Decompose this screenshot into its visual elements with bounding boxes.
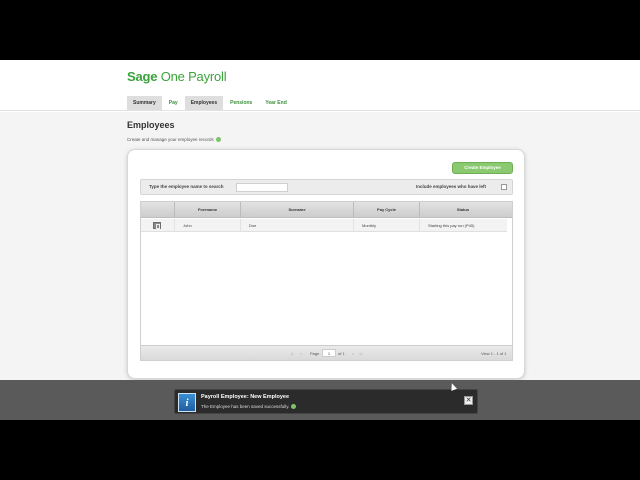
last-page-icon[interactable]: >| (359, 351, 362, 356)
tab-pay[interactable]: Pay (163, 96, 184, 110)
cell-status: Starting this pay run (P45) (419, 219, 507, 232)
help-icon[interactable] (215, 137, 221, 142)
first-page-icon[interactable]: |< (291, 351, 294, 356)
main-nav: Summary Pay Employees Pensions Year End (127, 96, 294, 110)
notification-toast: i Payroll Employee: New Employee The Emp… (174, 389, 478, 414)
column-forename[interactable]: Forename (174, 202, 240, 218)
view-info: View 1 - 1 of 1 (481, 351, 507, 356)
create-employee-button[interactable]: Create Employee (452, 162, 513, 174)
logo[interactable]: Sage One Payroll (127, 69, 227, 84)
page-description: Create and manage your employee records (127, 137, 221, 142)
search-label: Type the employee name to search (149, 184, 224, 189)
column-surname[interactable]: Surname (240, 202, 353, 218)
notification-title: Payroll Employee: New Employee (201, 394, 290, 400)
table-row[interactable]: John Doe Monthly Starting this pay run (… (141, 219, 507, 232)
app-window: Sage One Payroll Summary Pay Employees P… (0, 60, 640, 420)
table-pager: |< < Page 1 of 1 > >| View 1 - 1 of 1 (141, 345, 512, 360)
cell-pay-cycle: Monthly (353, 219, 419, 232)
column-status[interactable]: Status (419, 202, 506, 218)
tab-summary[interactable]: Summary (127, 96, 162, 110)
search-bar: Type the employee name to search Include… (140, 179, 513, 195)
page-title: Employees (127, 120, 175, 130)
logo-brand: Sage (127, 69, 158, 84)
table-header: Forename Surname Pay Cycle Status (141, 202, 512, 218)
tab-pensions[interactable]: Pensions (224, 96, 258, 110)
prev-page-icon[interactable]: < (300, 351, 302, 356)
success-icon (291, 404, 297, 409)
column-pay-cycle[interactable]: Pay Cycle (353, 202, 419, 218)
notification-message: The Employee has been saved successfully… (201, 404, 297, 409)
cell-surname: Doe (240, 219, 353, 232)
page-label: Page (310, 351, 320, 356)
close-icon[interactable]: ✕ (464, 396, 473, 405)
notification-message-text: The Employee has been saved successfully… (201, 404, 290, 409)
header: Sage One Payroll Summary Pay Employees P… (0, 60, 640, 112)
header-divider (0, 110, 640, 111)
edit-icon[interactable] (153, 222, 161, 229)
cell-forename: John (174, 219, 240, 232)
search-input[interactable] (236, 183, 288, 192)
include-left-checkbox[interactable] (501, 184, 507, 190)
include-left-label: Include employees who have left (416, 184, 487, 189)
employees-table: Forename Surname Pay Cycle Status John D… (140, 201, 513, 361)
tab-year-end[interactable]: Year End (259, 96, 292, 110)
logo-product: One Payroll (160, 69, 227, 84)
page-input[interactable]: 1 (322, 349, 336, 357)
next-page-icon[interactable]: > (352, 351, 354, 356)
tab-employees[interactable]: Employees (184, 96, 224, 110)
employees-panel: Create Employee Type the employee name t… (127, 149, 525, 379)
page-count: of 1 (338, 351, 345, 356)
page-description-text: Create and manage your employee records (127, 137, 214, 142)
info-icon: i (178, 393, 196, 412)
